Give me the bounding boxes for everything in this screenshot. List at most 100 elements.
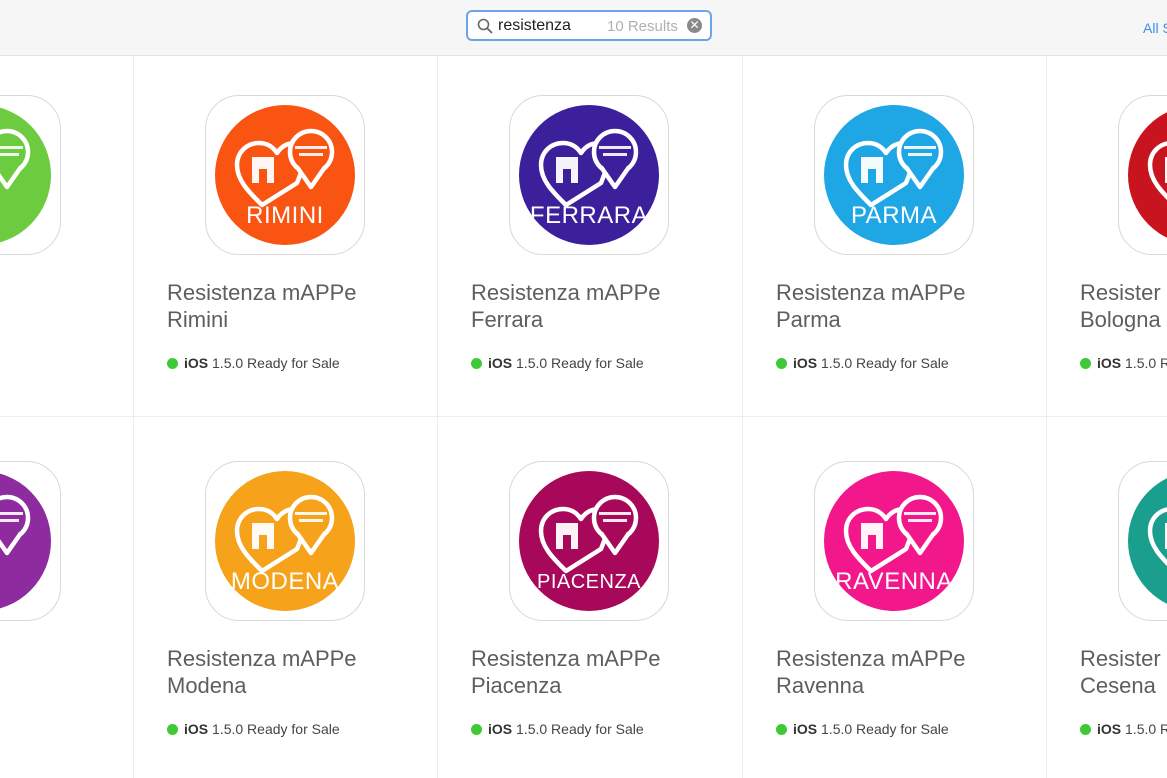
app-title[interactable]: Resister Bologna [1080, 279, 1167, 333]
app-card[interactable]: NO A nAPPE a r Sale [0, 422, 133, 778]
app-title-line2: Parma [776, 307, 841, 332]
app-icon-city-label: BO [1128, 202, 1167, 230]
app-version-status: 1.5.0 Ready for Sale [212, 721, 340, 737]
app-icon-circle: RIMINI [215, 105, 355, 245]
app-card[interactable]: PIACENZA Resistenza mAPPe Piacenza iOS 1… [437, 422, 741, 778]
app-icon-city-label: FERRARA [529, 202, 649, 229]
app-title-line2: Ferrara [471, 307, 544, 332]
app-icon[interactable]: C [1118, 461, 1167, 621]
search-field[interactable]: 10 Results ✕ [466, 10, 712, 41]
app-status: iOS 1.5.0 Ready for Sale [471, 721, 644, 737]
search-icon [477, 18, 493, 39]
app-icon[interactable]: NO A [0, 461, 61, 621]
search-input[interactable] [498, 16, 608, 36]
app-icon[interactable]: MODENA [205, 461, 365, 621]
app-icon-circle: RAVENNA [824, 471, 964, 611]
app-status: iOS 1.5.0 Ready for Sale [776, 355, 949, 371]
all-sale-link[interactable]: All S [1143, 20, 1167, 36]
app-icon-circle: FERRARA [519, 105, 659, 245]
app-title-line2: a [0, 672, 125, 699]
app-icon[interactable]: LÌ [0, 95, 61, 255]
toolbar: 10 Results ✕ All S [0, 0, 1167, 56]
app-title[interactable]: Resistenza mAPPe Rimini [167, 279, 429, 333]
app-card[interactable]: RIMINI Resistenza mAPPe Rimini iOS 1.5.0… [133, 56, 437, 416]
app-card[interactable]: BO Resister Bologna iOS 1.5.0 Re [1046, 56, 1167, 416]
app-icon-circle: MODENA [215, 471, 355, 611]
app-title-line1: Resistenza mAPPe [776, 646, 966, 671]
app-title-line2: Modena [167, 673, 247, 698]
app-version-status: 1.5.0 Re [1125, 355, 1167, 371]
app-card[interactable]: C Resister Cesena iOS 1.5.0 Re [1046, 422, 1167, 778]
app-title-line1: Resistenza mAPPe [471, 646, 661, 671]
app-title[interactable]: Resistenza mAPPe Piacenza [471, 645, 733, 699]
app-icon[interactable]: BO [1118, 95, 1167, 255]
app-icon[interactable]: PIACENZA [509, 461, 669, 621]
app-platform: iOS [488, 721, 513, 737]
app-title[interactable]: Resistenza mAPPe Ferrara [471, 279, 733, 333]
app-title-line1: Resistenza mAPPe [167, 280, 357, 305]
app-title-line2: Rimini [167, 307, 229, 332]
app-title[interactable]: Resistenza mAPPe Modena [167, 645, 429, 699]
app-icon-city-label-2: A [0, 593, 51, 611]
app-icon-circle: PIACENZA [519, 471, 659, 611]
app-platform: iOS [184, 721, 209, 737]
app-title-line2: Cesena [1080, 673, 1156, 698]
app-title[interactable]: nAPPE a [0, 645, 125, 699]
app-title[interactable]: nAPPe [0, 279, 125, 306]
status-dot-icon [776, 358, 787, 369]
app-status: iOS 1.5.0 Re [1080, 355, 1167, 371]
app-icon-city-label: RAVENNA [835, 568, 953, 595]
app-platform: iOS [184, 355, 209, 371]
app-title[interactable]: Resistenza mAPPe Parma [776, 279, 1038, 333]
app-icon-circle: NO A [0, 471, 51, 611]
app-status: iOS 1.5.0 Ready for Sale [776, 721, 949, 737]
app-status: iOS 1.5.0 Ready for Sale [167, 721, 340, 737]
app-icon[interactable]: RIMINI [205, 95, 365, 255]
app-version-status: 1.5.0 Ready for Sale [821, 355, 949, 371]
app-title-line1: Resistenza mAPPe [167, 646, 357, 671]
app-icon-city-label: PIACENZA [536, 571, 642, 593]
app-card[interactable]: PARMA Resistenza mAPPe Parma iOS 1.5.0 R… [742, 56, 1046, 416]
app-status: iOS 1.5.0 Ready for Sale [471, 355, 644, 371]
app-card[interactable]: MODENA Resistenza mAPPe Modena iOS 1.5.0… [133, 422, 437, 778]
app-version-status: 1.5.0 Ready for Sale [212, 355, 340, 371]
clear-search-icon[interactable]: ✕ [687, 18, 702, 33]
app-title-line2: Bologna [1080, 307, 1161, 332]
app-title-line2: Piacenza [471, 673, 562, 698]
app-icon-city-label: MODENA [230, 568, 340, 595]
app-icon-city-label: C [1128, 568, 1167, 596]
app-title-line2: Ravenna [776, 673, 865, 698]
app-icon-city-label: RIMINI [246, 202, 324, 229]
app-card[interactable]: LÌ nAPPe r Sale [0, 56, 133, 416]
status-dot-icon [1080, 724, 1091, 735]
app-icon-circle: BO [1128, 105, 1167, 245]
app-title[interactable]: Resister Cesena [1080, 645, 1167, 699]
status-dot-icon [471, 724, 482, 735]
app-title-line1: Resistenza mAPPe [776, 280, 966, 305]
app-platform: iOS [793, 355, 818, 371]
app-title-line1: nAPPe [0, 279, 125, 306]
app-status: iOS 1.5.0 Re [1080, 721, 1167, 737]
app-platform: iOS [793, 721, 818, 737]
app-title-line1: nAPPE [0, 645, 125, 672]
app-version-status: 1.5.0 Ready for Sale [821, 721, 949, 737]
app-card[interactable]: FERRARA Resistenza mAPPe Ferrara iOS 1.5… [437, 56, 741, 416]
app-card[interactable]: RAVENNA Resistenza mAPPe Ravenna iOS 1.5… [742, 422, 1046, 778]
status-dot-icon [776, 724, 787, 735]
app-title-line1: Resistenza mAPPe [471, 280, 661, 305]
app-platform: iOS [1097, 721, 1122, 737]
status-dot-icon [1080, 358, 1091, 369]
app-title-line1: Resister [1080, 280, 1161, 305]
app-status: iOS 1.5.0 Ready for Sale [167, 355, 340, 371]
app-icon[interactable]: RAVENNA [814, 461, 974, 621]
app-title[interactable]: Resistenza mAPPe Ravenna [776, 645, 1038, 699]
app-icon-city-label: PARMA [850, 202, 938, 229]
app-icon-circle: LÌ [0, 105, 51, 245]
app-platform: iOS [1097, 355, 1122, 371]
app-icon[interactable]: FERRARA [509, 95, 669, 255]
app-icon[interactable]: PARMA [814, 95, 974, 255]
results-count: 10 Results [607, 18, 678, 35]
status-dot-icon [167, 724, 178, 735]
app-title-line1: Resister [1080, 646, 1161, 671]
app-platform: iOS [488, 355, 513, 371]
